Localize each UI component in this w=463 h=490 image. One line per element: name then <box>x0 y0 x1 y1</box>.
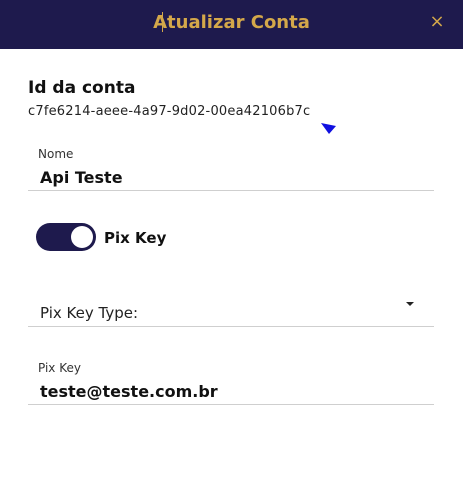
pix-key-type-placeholder[interactable]: Pix Key Type: <box>40 304 138 322</box>
pix-key-label: Pix Key <box>38 361 81 375</box>
dialog-header: Atualizar Conta × <box>0 0 463 49</box>
dialog-title: Atualizar Conta <box>153 12 310 33</box>
pix-key-toggle[interactable] <box>36 223 96 251</box>
pix-key-field: Pix Key <box>28 359 434 405</box>
nome-field: Nome <box>28 145 434 191</box>
account-id-value: c7fe6214-aeee-4a97-9d02-00ea42106b7c <box>28 104 311 119</box>
pix-key-input[interactable] <box>28 379 434 403</box>
account-id-heading: Id da conta <box>28 78 136 98</box>
pix-key-underline <box>28 404 434 405</box>
mouse-pointer-icon <box>321 123 336 134</box>
nome-underline <box>28 190 434 191</box>
pix-key-toggle-label: Pix Key <box>104 229 167 247</box>
close-icon[interactable]: × <box>429 11 445 33</box>
chevron-down-icon[interactable] <box>406 302 414 306</box>
nome-label: Nome <box>38 147 74 161</box>
toggle-knob <box>71 226 93 248</box>
pix-key-type-underline <box>28 326 434 327</box>
nome-input[interactable] <box>28 165 434 189</box>
